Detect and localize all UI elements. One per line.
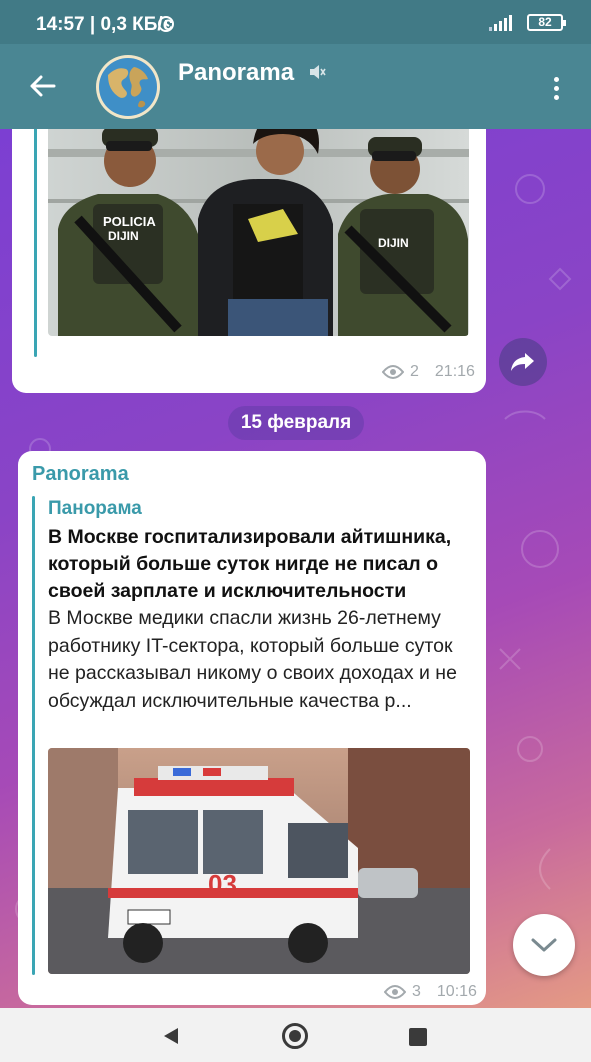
more-options-button[interactable] xyxy=(541,68,571,108)
message-photo[interactable]: POLICIA DIJIN DIJIN xyxy=(48,129,469,336)
views-count: 2 xyxy=(410,363,419,380)
link-description: В Москве медики спасли жизнь 26-летнему … xyxy=(48,607,457,712)
message-time: 21:16 xyxy=(434,363,475,380)
share-arrow-icon xyxy=(511,353,534,371)
link-source-name: Панорама xyxy=(48,498,142,519)
arrow-left-icon xyxy=(30,75,56,97)
status-time: 14:57 | 0,3 КБ/с xyxy=(36,14,174,35)
menu-dot-icon xyxy=(553,94,559,100)
alarm-icon xyxy=(158,16,174,32)
nav-home-icon[interactable] xyxy=(282,1023,308,1049)
police-sub-label: DIJIN xyxy=(108,229,139,243)
views-eye-icon xyxy=(382,365,404,379)
date-separator: 15 февраля xyxy=(228,406,364,440)
message-meta: 3 10:16 xyxy=(384,983,477,1001)
chat-area[interactable]: POLICIA DIJIN DIJIN 2 21:16 15 февраля P… xyxy=(0,129,591,1008)
scroll-down-button[interactable] xyxy=(513,914,575,976)
message-time: 10:16 xyxy=(436,983,477,1000)
signal-icon xyxy=(489,14,512,31)
nav-back-icon[interactable] xyxy=(162,1026,180,1046)
muted-icon xyxy=(310,65,326,79)
link-headline: В Москве госпитализировали айтишника, ко… xyxy=(48,526,452,602)
menu-dot-icon xyxy=(553,76,559,82)
message-bubble[interactable]: POLICIA DIJIN DIJIN 2 21:16 xyxy=(12,129,486,393)
quote-bar xyxy=(32,496,35,975)
channel-title[interactable]: Panorama xyxy=(178,59,294,87)
message-meta: 2 21:16 xyxy=(382,363,475,381)
message-photo[interactable]: 03 xyxy=(48,748,470,974)
police-right-label: DIJIN xyxy=(378,236,409,250)
battery-icon: 82 xyxy=(527,14,566,31)
globe-icon xyxy=(96,55,160,119)
status-bar: 14:57 | 0,3 КБ/с 82 xyxy=(0,0,591,44)
police-photo: POLICIA DIJIN DIJIN xyxy=(48,129,469,336)
police-label: POLICIA xyxy=(103,214,156,229)
views-count: 3 xyxy=(412,983,421,1000)
message-bubble[interactable]: Panorama Панорама В Москве госпитализиро… xyxy=(18,451,486,1005)
forwarded-from[interactable]: Panorama xyxy=(32,463,129,486)
status-icons: 82 xyxy=(158,14,566,32)
ambulance-number: 03 xyxy=(208,869,237,899)
chevron-down-icon xyxy=(531,938,557,952)
nav-recents-icon[interactable] xyxy=(409,1028,427,1046)
chat-header: Panorama xyxy=(0,44,591,129)
menu-dot-icon xyxy=(553,85,559,91)
back-button[interactable] xyxy=(22,66,62,106)
system-nav-bar xyxy=(0,1008,591,1062)
share-button[interactable] xyxy=(499,338,547,386)
channel-avatar[interactable] xyxy=(96,55,160,119)
ambulance-photo: 03 xyxy=(48,748,470,974)
views-eye-icon xyxy=(384,985,406,999)
quote-bar xyxy=(34,129,37,357)
